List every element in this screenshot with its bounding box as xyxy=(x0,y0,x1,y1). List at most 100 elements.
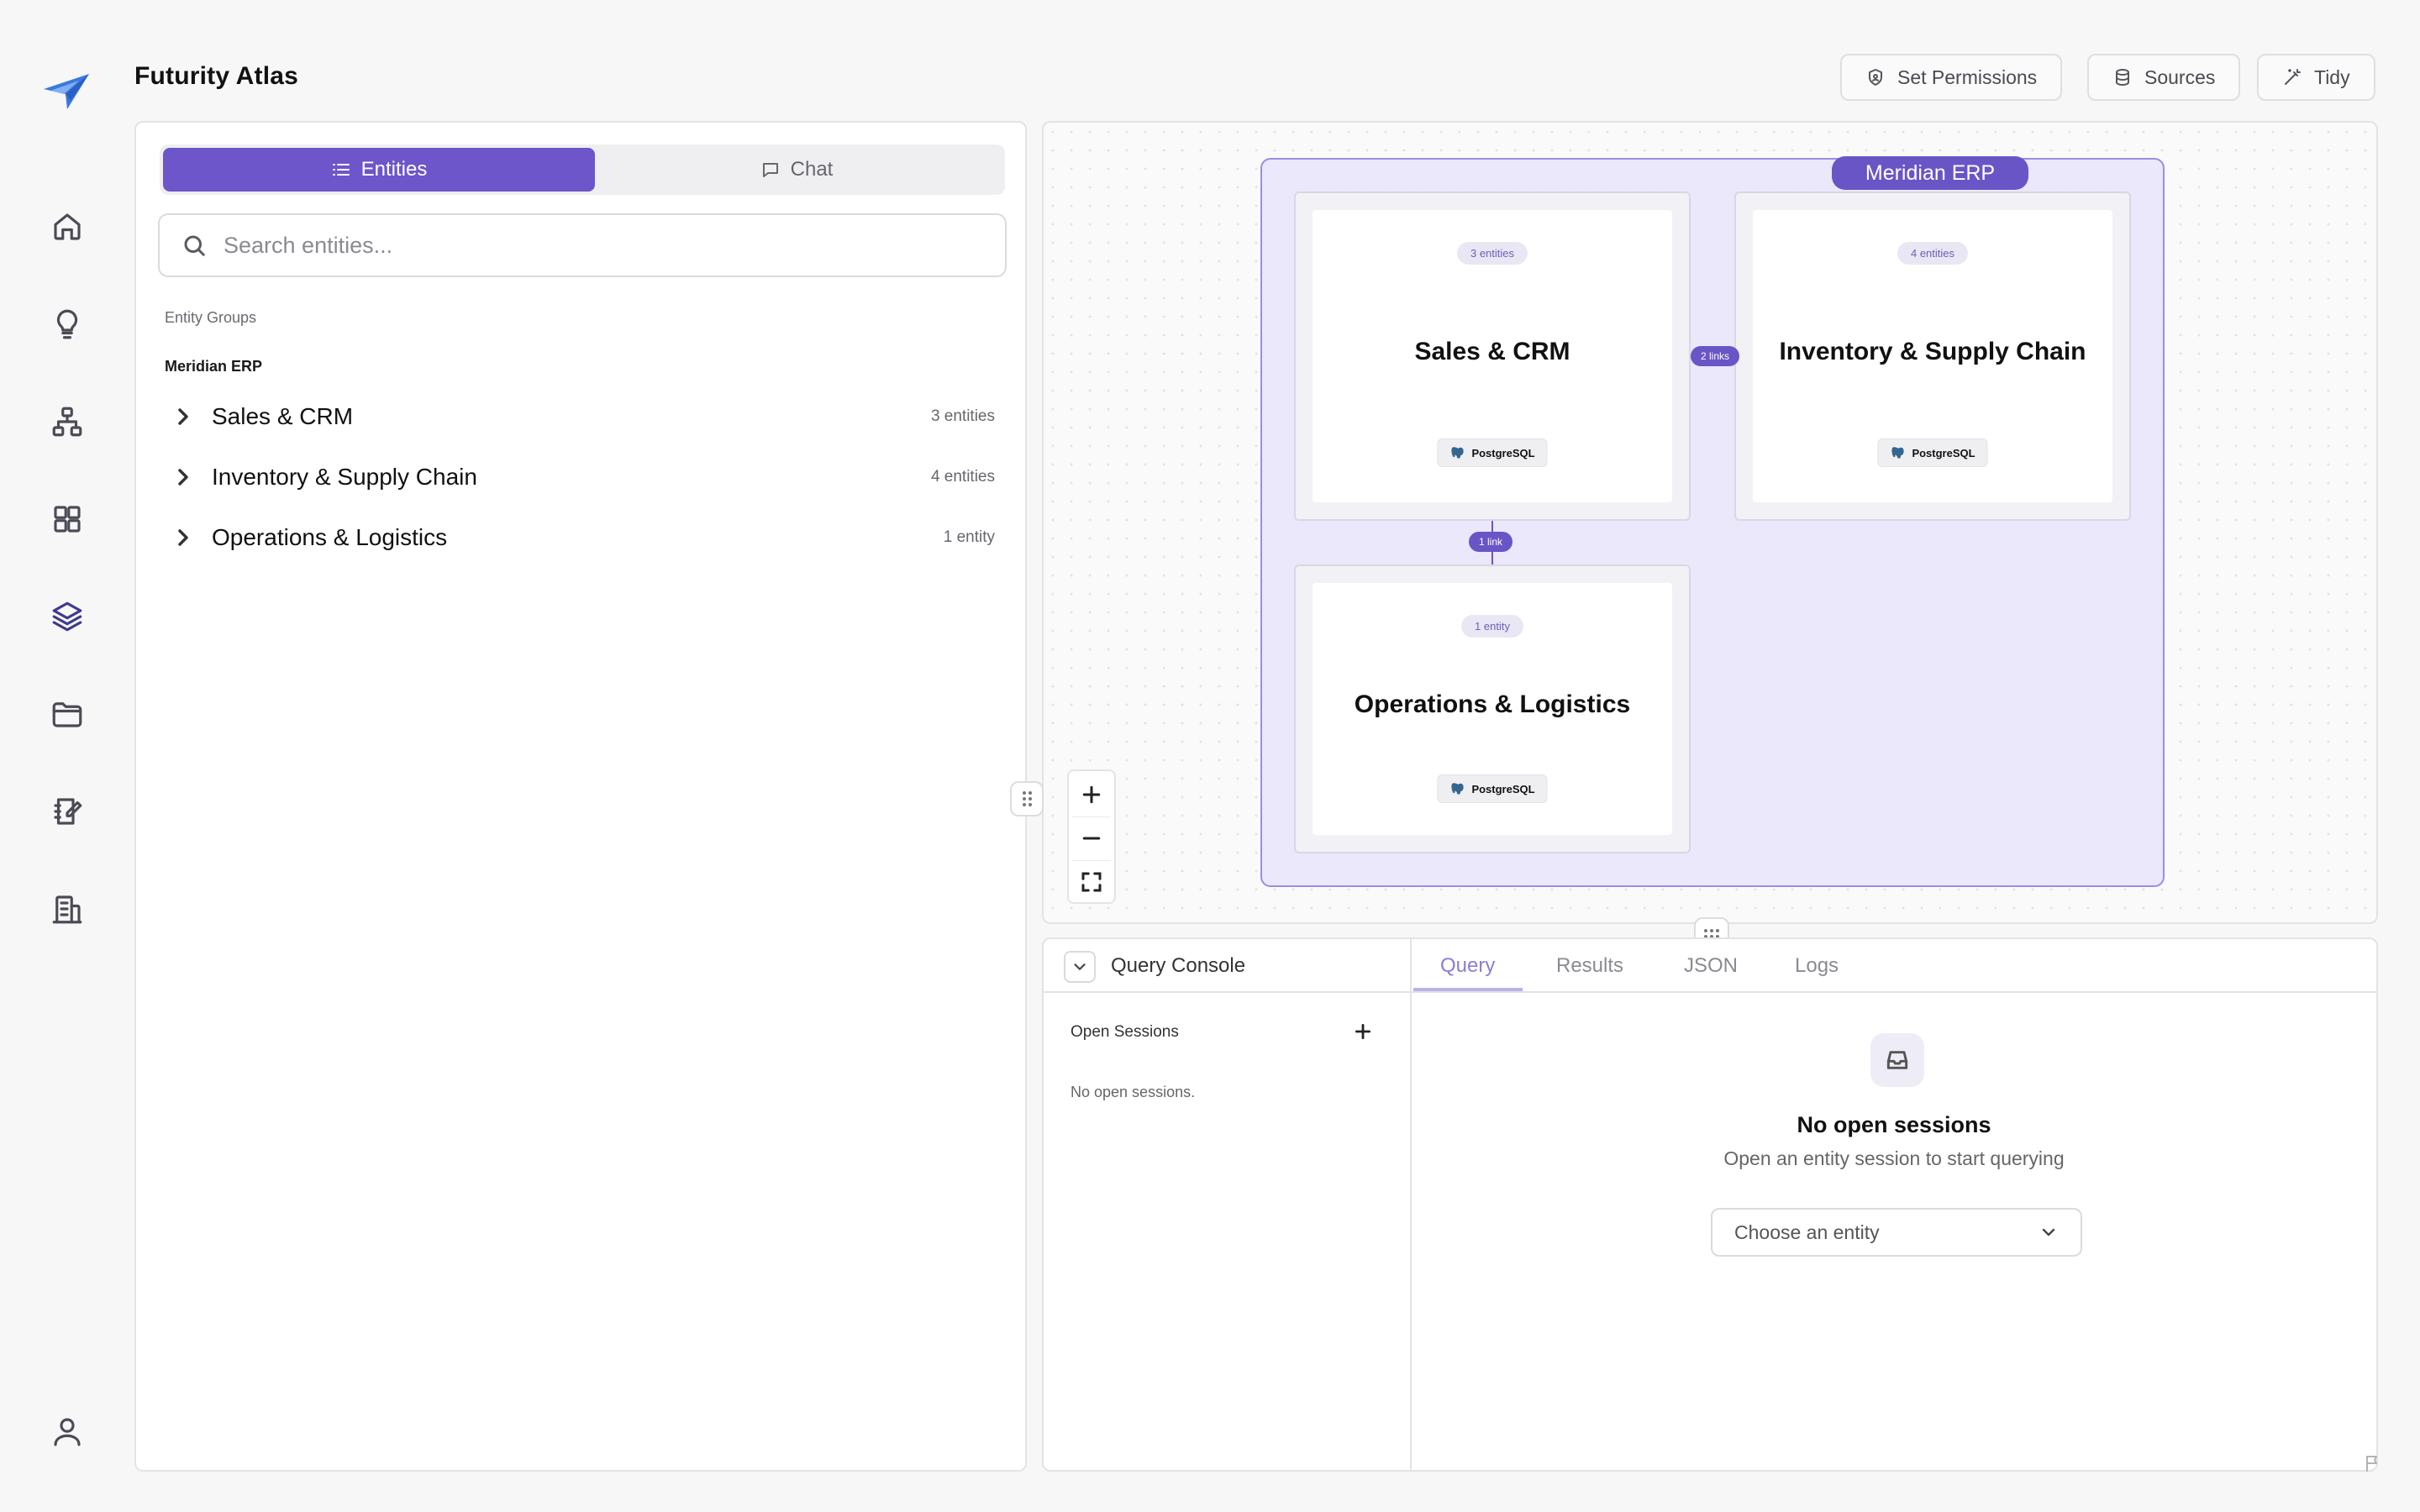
tree-item-count: 4 entities xyxy=(930,468,995,486)
plus-icon xyxy=(1082,785,1101,804)
entity-count-badge: 1 entity xyxy=(1461,615,1523,638)
edge-label[interactable]: 1 link xyxy=(1469,532,1513,552)
lightbulb-icon[interactable] xyxy=(45,302,89,346)
node-operations-logistics[interactable]: 1 entity Operations & Logistics PostgreS… xyxy=(1294,564,1691,853)
tab-query[interactable]: Query xyxy=(1440,954,1495,978)
feedback-flag-icon[interactable] xyxy=(2363,1453,2383,1473)
empty-state-title: No open sessions xyxy=(1797,1112,1991,1137)
collapse-console-button[interactable] xyxy=(1064,951,1096,983)
tab-entities[interactable]: Entities xyxy=(163,148,595,192)
entity-search xyxy=(158,213,1007,277)
console-title: Query Console xyxy=(1111,954,1246,977)
node-title: Inventory & Supply Chain xyxy=(1779,338,2086,365)
grid-icon[interactable] xyxy=(45,497,89,541)
tree-item-operations-logistics[interactable]: Operations & Logistics 1 entity xyxy=(158,511,1007,564)
node-title: Sales & CRM xyxy=(1414,338,1570,365)
node-card[interactable]: 1 entity Operations & Logistics PostgreS… xyxy=(1313,583,1672,835)
tree-item-sales-crm[interactable]: Sales & CRM 3 entities xyxy=(158,390,1007,444)
tree-item-count: 1 entity xyxy=(943,528,995,546)
tab-entities-label: Entities xyxy=(360,158,428,181)
tree-item-count: 3 entities xyxy=(930,407,995,425)
tidy-button[interactable]: Tidy xyxy=(2257,54,2375,101)
tree-item-inventory-supply-chain[interactable]: Inventory & Supply Chain 4 entities xyxy=(158,450,1007,504)
tidy-label: Tidy xyxy=(2314,66,2350,88)
shield-icon xyxy=(1869,69,1882,86)
search-input[interactable] xyxy=(224,232,963,259)
sessions-empty-text: No open sessions. xyxy=(1071,1084,1196,1100)
add-session-button[interactable] xyxy=(1348,1016,1378,1047)
node-card[interactable]: 3 entities Sales & CRM PostgreSQL xyxy=(1313,210,1672,502)
node-title: Operations & Logistics xyxy=(1354,690,1631,718)
vertical-resize-handle[interactable] xyxy=(1010,781,1044,816)
group-container[interactable]: Meridian ERP 3 entities Sales & CRM Post… xyxy=(1260,156,2165,887)
source-chip: PostgreSQL xyxy=(1877,438,1988,467)
home-icon[interactable] xyxy=(45,205,89,249)
sources-label: Sources xyxy=(2144,66,2216,88)
zoom-in-button[interactable] xyxy=(1069,773,1114,816)
entity-panel: Entities Chat Entity Groups Meridian ERP… xyxy=(134,121,1027,1472)
edge-label[interactable]: 2 links xyxy=(1691,346,1740,366)
query-console: Query Console Query Results JSON Logs Op… xyxy=(1042,937,2378,1472)
grip-icon xyxy=(1022,791,1032,806)
empty-state-subtitle: Open an entity session to start querying xyxy=(1723,1147,2065,1169)
zoom-out-button[interactable] xyxy=(1069,816,1114,860)
set-permissions-label: Set Permissions xyxy=(1897,66,2038,88)
group-container-label: Meridian ERP xyxy=(1832,156,2028,190)
zoom-controls xyxy=(1067,769,1116,904)
folder-icon[interactable] xyxy=(45,692,89,736)
list-icon xyxy=(332,164,350,176)
minus-icon xyxy=(1082,837,1101,840)
user-icon[interactable] xyxy=(45,1410,89,1453)
node-sales-crm[interactable]: 3 entities Sales & CRM PostgreSQL xyxy=(1294,192,1691,521)
hierarchy-icon[interactable] xyxy=(45,400,89,444)
node-card[interactable]: 4 entities Inventory & Supply Chain Post… xyxy=(1753,210,2112,502)
section-label: Entity Groups xyxy=(165,309,257,326)
source-label: PostgreSQL xyxy=(1471,782,1535,795)
tree-item-name: Inventory & Supply Chain xyxy=(212,464,477,490)
database-icon xyxy=(2116,69,2129,86)
postgresql-icon xyxy=(1451,447,1464,459)
graph-canvas[interactable]: Meridian ERP 3 entities Sales & CRM Post… xyxy=(1042,121,2378,924)
chat-icon xyxy=(762,163,778,177)
tab-logs[interactable]: Logs xyxy=(1795,954,1839,978)
app-title: Futurity Atlas xyxy=(134,62,299,90)
grip-icon xyxy=(1704,928,1719,938)
active-tab-indicator xyxy=(1413,988,1523,991)
source-chip: PostgreSQL xyxy=(1437,438,1548,467)
entity-count-badge: 4 entities xyxy=(1897,242,1969,265)
fullscreen-icon xyxy=(1081,872,1102,892)
open-sessions-label: Open Sessions xyxy=(1071,1023,1179,1041)
chevron-down-icon xyxy=(2042,1228,2055,1236)
set-permissions-button[interactable]: Set Permissions xyxy=(1840,54,2063,101)
app-logo-icon[interactable] xyxy=(42,71,91,113)
chevron-down-icon xyxy=(1074,963,1086,970)
tab-json[interactable]: JSON xyxy=(1684,954,1738,978)
panel-tabs: Entities Chat xyxy=(160,144,1005,195)
notebook-icon[interactable] xyxy=(45,790,89,833)
nav-rail xyxy=(0,0,134,1512)
tree-item-name: Operations & Logistics xyxy=(212,524,448,550)
layers-icon[interactable] xyxy=(45,595,89,638)
tree-item-name: Sales & CRM xyxy=(212,403,354,429)
chevron-right-icon[interactable] xyxy=(170,403,197,430)
node-inventory-supply-chain[interactable]: 4 entities Inventory & Supply Chain Post… xyxy=(1734,192,2131,521)
chevron-right-icon[interactable] xyxy=(170,464,197,491)
group-label: Meridian ERP xyxy=(165,358,263,375)
inbox-icon xyxy=(1870,1033,1924,1087)
postgresql-icon xyxy=(1891,447,1904,459)
tab-chat-label: Chat xyxy=(790,158,834,181)
entity-select[interactable]: Choose an entity xyxy=(1711,1208,2082,1257)
sources-button[interactable]: Sources xyxy=(2087,54,2241,101)
plus-icon xyxy=(1355,1024,1370,1039)
fit-view-button[interactable] xyxy=(1069,860,1114,904)
chevron-right-icon[interactable] xyxy=(170,524,197,551)
entity-select-placeholder: Choose an entity xyxy=(1734,1221,1880,1243)
tab-results[interactable]: Results xyxy=(1556,954,1623,978)
tab-chat[interactable]: Chat xyxy=(592,148,1002,192)
postgresql-icon xyxy=(1451,783,1464,795)
divider xyxy=(1044,991,2376,993)
source-label: PostgreSQL xyxy=(1912,446,1975,459)
building-icon[interactable] xyxy=(45,887,89,931)
wand-icon xyxy=(2285,69,2301,85)
divider xyxy=(1410,939,1412,1470)
